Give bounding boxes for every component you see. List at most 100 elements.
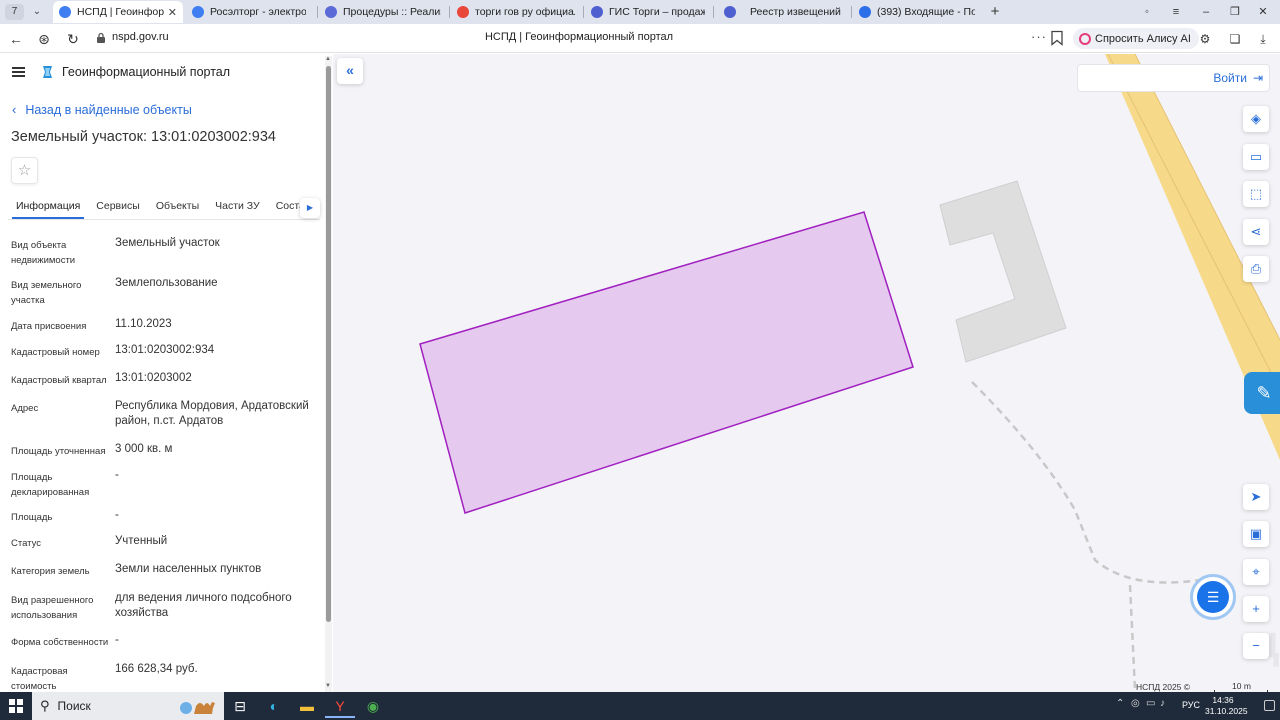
menu-icon[interactable]: ≡ bbox=[1166, 2, 1186, 22]
message-icon: ☰ bbox=[1197, 581, 1229, 613]
chevron-down-icon[interactable]: ⌄ bbox=[28, 3, 46, 21]
battery-icon[interactable]: ▭ bbox=[1146, 698, 1155, 709]
portal-title: Геоинформационный портал bbox=[62, 65, 231, 79]
url-text[interactable]: nspd.gov.ru bbox=[112, 31, 169, 43]
nspd-favicon-icon bbox=[59, 6, 71, 18]
share-button[interactable]: ⋖ bbox=[1243, 219, 1269, 245]
tab-parts[interactable]: Части ЗУ bbox=[207, 194, 268, 219]
language-indicator[interactable]: РУС bbox=[1182, 700, 1200, 710]
profile-icon[interactable]: ◦ bbox=[1137, 2, 1157, 22]
select-area-button[interactable]: ⬚ bbox=[1243, 181, 1269, 207]
yandex-icon bbox=[457, 6, 469, 18]
mail-icon bbox=[859, 6, 871, 18]
close-tab-icon[interactable]: ✕ bbox=[168, 6, 177, 19]
yandex-home-icon[interactable]: ⊛ bbox=[34, 29, 54, 49]
minimize-icon[interactable]: – bbox=[1196, 2, 1216, 22]
map-search-box[interactable]: Войти ⇥ bbox=[1077, 64, 1270, 92]
chrome-icon[interactable]: ◉ bbox=[358, 694, 388, 718]
map-canvas[interactable]: циан bbox=[333, 54, 1280, 692]
notifications-icon[interactable] bbox=[1264, 700, 1275, 711]
login-icon: ⇥ bbox=[1252, 71, 1263, 85]
login-button[interactable]: Войти ⇥ bbox=[1213, 71, 1263, 85]
minimap-button[interactable]: ▣ bbox=[1243, 521, 1269, 547]
search-icon: ⚲ bbox=[40, 698, 50, 713]
collections-icon[interactable]: ❏ bbox=[1226, 30, 1244, 48]
extensions-icon[interactable]: ⚙ bbox=[1196, 30, 1214, 48]
restore-icon[interactable]: ❐ bbox=[1225, 2, 1245, 22]
browser-tab[interactable]: ГИС Торги – продажи гос bbox=[585, 1, 711, 23]
yandex-browser-icon[interactable]: Y bbox=[325, 694, 355, 718]
chat-icon: ✎ bbox=[1256, 383, 1272, 403]
reload-icon[interactable]: ↻ bbox=[63, 29, 83, 49]
back-to-results-link[interactable]: ‹ Назад в найденные объекты bbox=[12, 102, 192, 117]
tab-counter[interactable]: 7 bbox=[5, 4, 24, 20]
ruler-icon: ▭ bbox=[1249, 149, 1263, 164]
geolocation-button[interactable]: ⌖ bbox=[1243, 559, 1269, 585]
hamburger-menu-icon[interactable] bbox=[12, 67, 25, 77]
layers-icon: ◈ bbox=[1251, 111, 1261, 126]
ask-alice-button[interactable]: Спросить Алису AI bbox=[1073, 28, 1199, 49]
tab-services[interactable]: Сервисы bbox=[88, 194, 148, 219]
close-window-icon[interactable]: ✕ bbox=[1253, 2, 1273, 22]
feedback-chat-button[interactable]: ✎ bbox=[1244, 372, 1280, 414]
back-arrow-icon[interactable]: ← bbox=[6, 29, 26, 49]
selection-icon: ⬚ bbox=[1249, 186, 1263, 201]
task-view-icon[interactable]: ⊟ bbox=[225, 694, 255, 718]
chevron-left-icon: ‹ bbox=[12, 102, 17, 117]
favorite-star-button[interactable]: ☆ bbox=[11, 157, 38, 184]
measure-button[interactable]: ▭ bbox=[1243, 144, 1269, 170]
pin-icon: ⌖ bbox=[1252, 564, 1260, 579]
collapse-panel-button[interactable]: « bbox=[337, 58, 363, 84]
tray-overflow-icon[interactable]: ⌃ bbox=[1116, 698, 1124, 709]
search-highlight-camel-icon[interactable] bbox=[176, 694, 220, 718]
land-parcel[interactable] bbox=[419, 211, 914, 514]
zoom-out-button[interactable]: − bbox=[1243, 633, 1269, 659]
browser-tab[interactable]: Процедуры :: Реализаци bbox=[319, 1, 447, 23]
share-icon: ⋖ bbox=[1250, 224, 1262, 239]
portal-logo-icon bbox=[43, 66, 52, 78]
path-line bbox=[971, 381, 1201, 691]
tabs-scroll-right-button[interactable]: ▶ bbox=[300, 198, 320, 218]
new-tab-button[interactable]: + bbox=[986, 3, 1004, 21]
print-button[interactable]: ⎙ bbox=[1243, 256, 1269, 282]
locate-button[interactable]: ➤ bbox=[1243, 484, 1269, 510]
zoom-in-button[interactable]: + bbox=[1243, 596, 1269, 622]
network-icon[interactable]: ◎ bbox=[1131, 698, 1140, 709]
object-title: Земельный участок: 13:01:0203002:934 bbox=[11, 129, 276, 145]
support-chat-button[interactable]: ☰ bbox=[1190, 574, 1236, 620]
gis-icon bbox=[591, 6, 603, 18]
edge-icon[interactable]: ◐ bbox=[259, 694, 289, 718]
building bbox=[939, 180, 1067, 363]
globe-icon bbox=[192, 6, 204, 18]
minus-icon: − bbox=[1252, 638, 1260, 653]
gis-icon bbox=[724, 6, 736, 18]
plus-icon: + bbox=[1252, 601, 1260, 616]
more-icon[interactable]: ··· bbox=[1031, 29, 1047, 44]
minimap-icon: ▣ bbox=[1249, 526, 1263, 541]
panel-scrollbar-thumb[interactable] bbox=[326, 66, 331, 622]
browser-tab[interactable]: Реестр извещений bbox=[718, 1, 848, 23]
taskbar: ⚲ Поиск ⊟ ◐ ▬ Y ◉ ⌃ ◎ ▭ ♪ РУС 14:36 31.1… bbox=[0, 692, 1280, 720]
browser-tab-active[interactable]: НСПД | Геоинформац ✕ bbox=[53, 1, 183, 23]
double-chevron-left-icon: « bbox=[346, 62, 354, 78]
bookmark-icon[interactable] bbox=[1050, 30, 1064, 46]
object-tabs: Информация Сервисы Объекты Части ЗУ Соста bbox=[8, 194, 321, 220]
scroll-down-arrow-icon[interactable]: ▼ bbox=[325, 683, 331, 689]
scroll-up-arrow-icon[interactable]: ▲ bbox=[325, 56, 331, 62]
file-explorer-icon[interactable]: ▬ bbox=[292, 694, 322, 718]
globe-icon bbox=[325, 6, 337, 18]
browser-tab[interactable]: торги гов ру официальны bbox=[451, 1, 581, 23]
browser-tab[interactable]: (393) Входящие - Почта М bbox=[853, 1, 981, 23]
tab-objects[interactable]: Объекты bbox=[148, 194, 207, 219]
navigation-arrow-icon: ➤ bbox=[1250, 489, 1262, 504]
printer-icon: ⎙ bbox=[1250, 261, 1262, 276]
windows-start-icon[interactable] bbox=[9, 699, 23, 713]
browser-tab[interactable]: Росэлторг - электронная bbox=[186, 1, 312, 23]
downloads-icon[interactable]: ⤓ bbox=[1254, 30, 1272, 48]
tabs-divider bbox=[8, 219, 320, 220]
layers-button[interactable]: ◈ bbox=[1243, 106, 1269, 132]
tab-information[interactable]: Информация bbox=[8, 194, 88, 219]
volume-icon[interactable]: ♪ bbox=[1160, 698, 1165, 709]
clock[interactable]: 14:36 31.10.2025 bbox=[1205, 695, 1248, 717]
star-icon: ☆ bbox=[17, 162, 32, 179]
